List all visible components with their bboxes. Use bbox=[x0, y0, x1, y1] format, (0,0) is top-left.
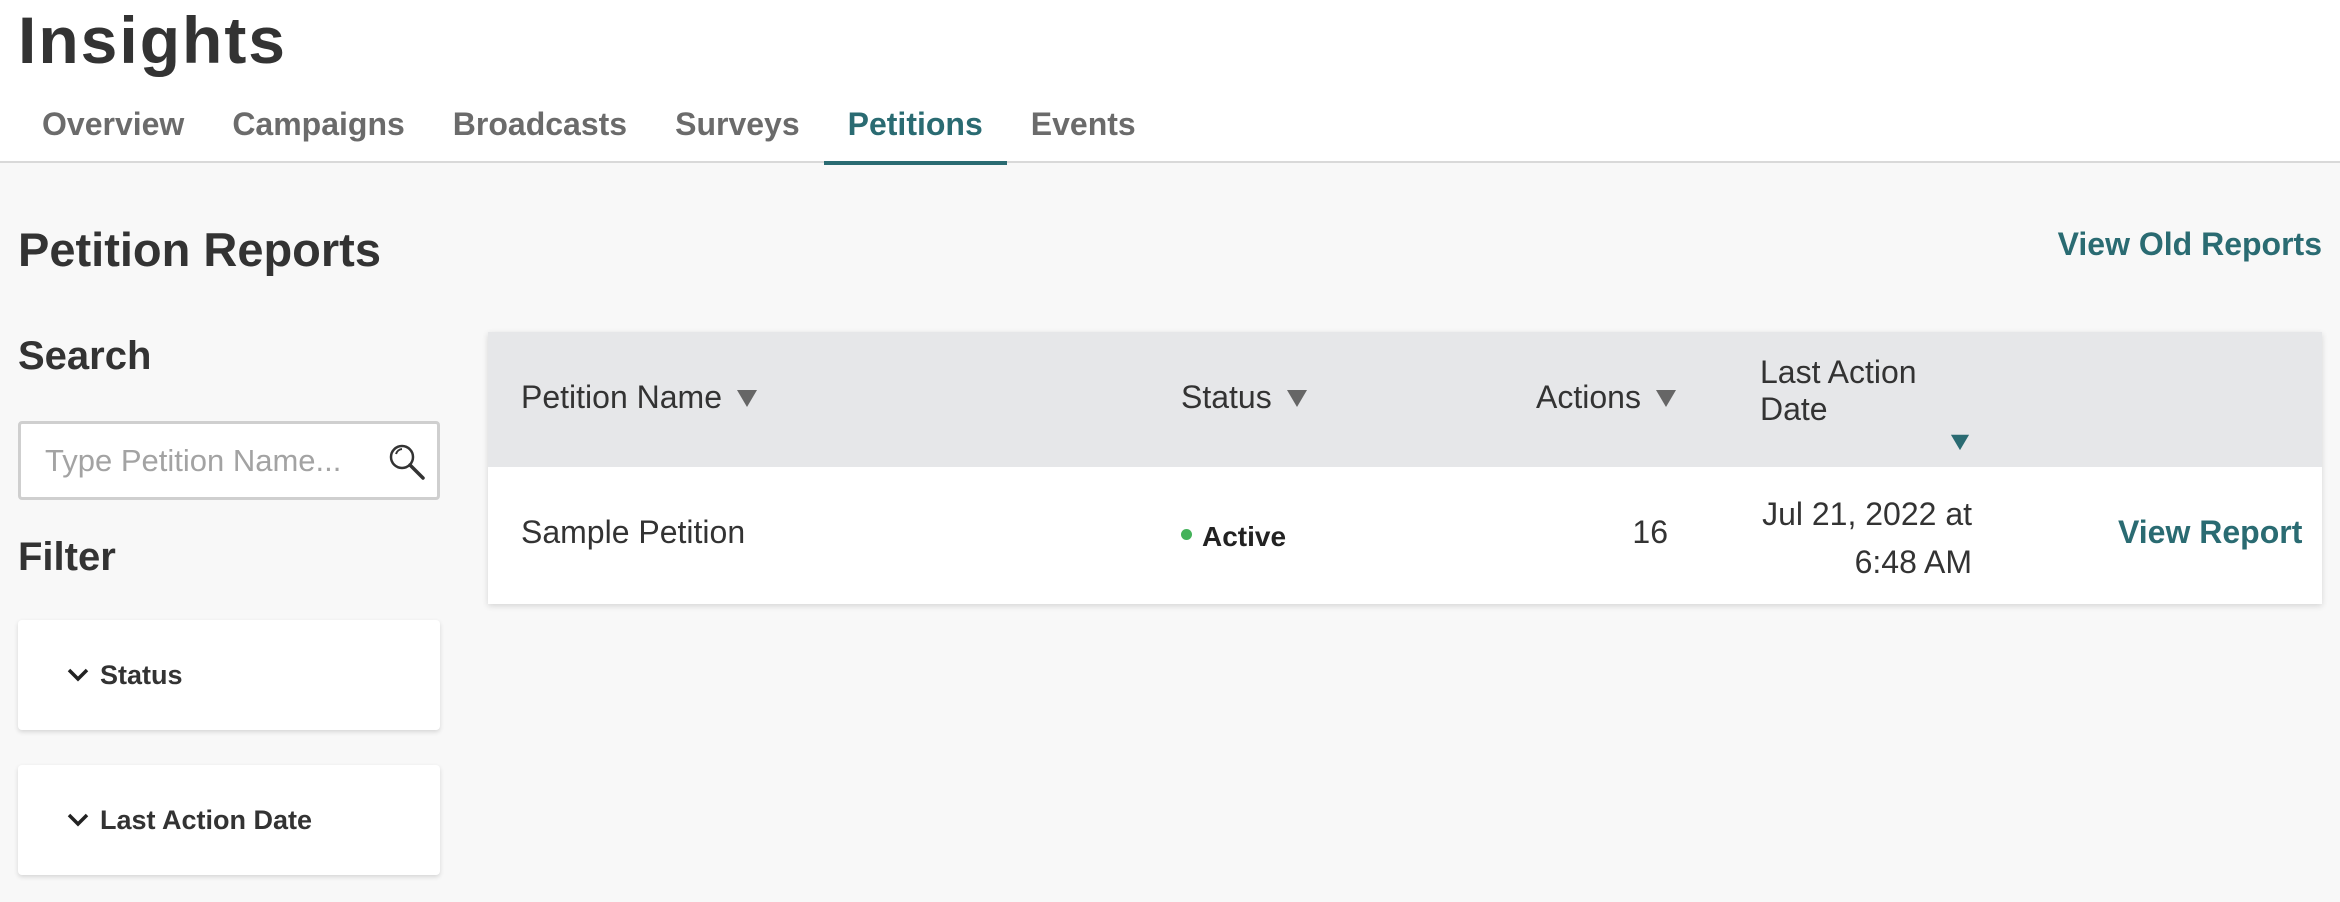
tab-bar: Overview Campaigns Broadcasts Surveys Pe… bbox=[18, 96, 1160, 165]
status-badge: Active bbox=[1202, 521, 1287, 552]
sort-triangle-icon bbox=[1655, 389, 1676, 407]
view-old-reports-link[interactable]: View Old Reports bbox=[2058, 226, 2322, 263]
app-title: Insights bbox=[18, 3, 288, 77]
status-filter-toggle[interactable]: Status bbox=[18, 620, 440, 730]
chevron-down-icon bbox=[67, 813, 89, 827]
view-report-link[interactable]: View Report bbox=[2118, 514, 2302, 551]
search-icon[interactable] bbox=[387, 442, 427, 482]
column-label: Status bbox=[1181, 379, 1272, 415]
sort-triangle-icon bbox=[736, 389, 757, 407]
tab-events[interactable]: Events bbox=[1007, 96, 1160, 163]
tab-surveys[interactable]: Surveys bbox=[651, 96, 824, 163]
search-input[interactable] bbox=[45, 442, 375, 479]
column-header-last-action-date[interactable]: Last Action Date bbox=[1760, 354, 1972, 452]
status-cell: Active bbox=[1181, 517, 1286, 554]
table-header: Petition Name Status Actions Last Action… bbox=[488, 332, 2322, 467]
last-action-date-filter-label: Last Action Date bbox=[100, 804, 313, 835]
petition-name-cell: Sample Petition bbox=[521, 514, 746, 550]
tab-overview[interactable]: Overview bbox=[18, 96, 208, 163]
tab-campaigns[interactable]: Campaigns bbox=[208, 96, 428, 163]
petition-reports-table: Petition Name Status Actions Last Action… bbox=[488, 332, 2322, 604]
page-title: Petition Reports bbox=[18, 223, 381, 276]
sort-triangle-icon bbox=[1286, 389, 1307, 407]
search-heading: Search bbox=[18, 334, 152, 378]
tab-petitions[interactable]: Petitions bbox=[823, 96, 1007, 165]
column-header-status[interactable]: Status bbox=[1181, 379, 1308, 416]
top-header: Insights Overview Campaigns Broadcasts S… bbox=[0, 0, 2340, 165]
column-label: Last Action Date bbox=[1760, 354, 1917, 427]
status-filter-label: Status bbox=[100, 659, 183, 690]
column-label: Petition Name bbox=[521, 379, 722, 415]
column-label: Actions bbox=[1536, 379, 1641, 415]
chevron-down-icon bbox=[67, 668, 89, 682]
column-header-actions[interactable]: Actions bbox=[1536, 379, 1677, 416]
date-line: Jul 21, 2022 at bbox=[1762, 496, 1972, 532]
actions-cell: 16 bbox=[1632, 514, 1668, 550]
filter-heading: Filter bbox=[18, 535, 116, 579]
tab-broadcasts[interactable]: Broadcasts bbox=[429, 96, 651, 163]
status-dot-icon bbox=[1181, 529, 1192, 541]
last-action-date-filter-toggle[interactable]: Last Action Date bbox=[18, 765, 440, 875]
search-field bbox=[18, 421, 440, 500]
time-line: 6:48 AM bbox=[1854, 544, 1972, 580]
column-header-petition-name[interactable]: Petition Name bbox=[521, 379, 758, 416]
last-action-date-cell: Jul 21, 2022 at 6:48 AM bbox=[1728, 490, 1972, 586]
sort-triangle-icon bbox=[1950, 434, 1970, 451]
